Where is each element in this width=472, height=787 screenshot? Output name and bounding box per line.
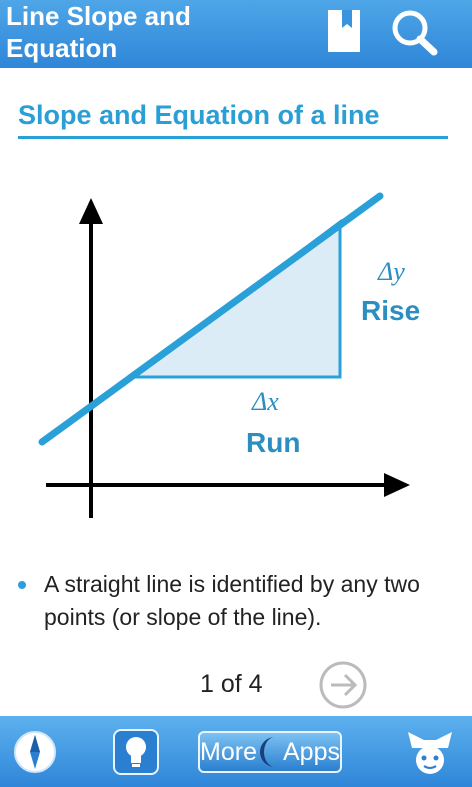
bookmark-button[interactable]: [322, 6, 366, 56]
page-title: Line Slope and Equation: [6, 0, 236, 64]
bottom-toolbar: More Apps: [0, 716, 472, 787]
page-indicator: 1 of 4: [200, 670, 263, 698]
y-axis-arrow: [79, 198, 103, 224]
delta-y-label: Δy: [377, 257, 405, 286]
run-label: Run: [246, 427, 300, 458]
compass-button[interactable]: [12, 729, 58, 775]
compass-icon: [14, 731, 56, 773]
arrow-right-circle-icon: [319, 661, 367, 709]
mascot-button[interactable]: [404, 726, 456, 780]
lightbulb-icon: [113, 729, 159, 775]
next-page-button[interactable]: [318, 660, 368, 710]
x-axis-arrow: [384, 473, 410, 497]
bullet-dot: [18, 581, 26, 589]
apps-label: Apps: [282, 738, 340, 766]
delta-x-label: Δx: [251, 387, 279, 416]
mascot-icon: [408, 732, 452, 774]
title-line-1: Line Slope and: [6, 1, 191, 31]
slope-diagram: Δy Rise Δx Run: [38, 192, 420, 518]
more-apps-button[interactable]: More Apps: [198, 731, 342, 773]
more-label: More: [200, 738, 257, 766]
rise-label: Rise: [361, 295, 420, 326]
search-button[interactable]: [388, 6, 440, 56]
bullet-text: A straight line is identified by any two…: [44, 571, 420, 630]
section-title: Slope and Equation of a line: [18, 96, 448, 139]
hint-button[interactable]: [112, 728, 160, 776]
title-line-2: Equation: [6, 33, 118, 63]
app-header: Line Slope and Equation: [0, 0, 472, 68]
search-icon: [392, 10, 438, 56]
bookmark-icon: [328, 10, 360, 52]
moon-icon: [259, 737, 275, 767]
